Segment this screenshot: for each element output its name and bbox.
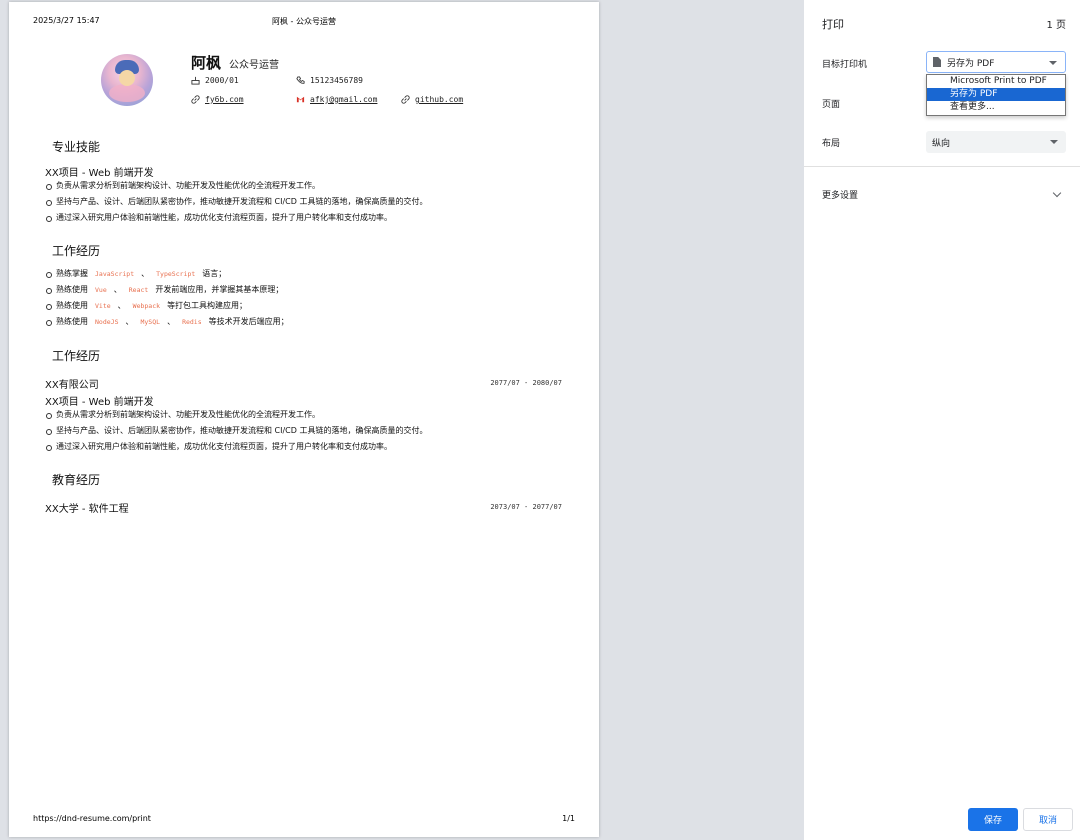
cake-icon <box>191 76 200 85</box>
destination-select[interactable]: 另存为 PDF <box>926 51 1066 73</box>
pages-label: 页面 <box>822 100 841 110</box>
github-contact: github.com <box>401 95 463 104</box>
list-item-text: 开发前端应用，并掌握其基本原理； <box>155 285 284 294</box>
resume-name-row: 阿枫 公众号运营 <box>191 52 279 73</box>
separator: 、 <box>141 269 150 278</box>
separator: 、 <box>117 301 126 310</box>
school-date: 2073/07 - 2077/07 <box>490 503 562 511</box>
github-link[interactable]: github.com <box>415 95 463 104</box>
email-contact: afkj@gmail.com <box>296 95 377 104</box>
avatar <box>101 54 153 106</box>
work1-bullets: 熟练掌握 JavaScript、 TypeScript 语言； 熟练使用 Vue、 Reac… <box>45 266 289 330</box>
list-item: 负责从需求分析到前端架构设计、功能开发及性能优化的全流程开发工作。 <box>45 178 427 194</box>
list-item-text: 熟练使用 <box>56 301 88 310</box>
birth-text: 2000/01 <box>205 76 239 85</box>
destination-label: 目标打印机 <box>822 60 868 70</box>
preview-page: 2025/3/27 15:47 阿枫 - 公众号运营 阿枫 公众号运营 2000… <box>9 2 599 837</box>
phone-text: 15123456789 <box>310 76 363 85</box>
list-item-text: 等打包工具构建应用； <box>167 301 248 310</box>
code-token: NodeJS <box>95 318 119 326</box>
resume-role: 公众号运营 <box>229 60 280 71</box>
document-icon <box>933 57 941 67</box>
panel-title: 打印 <box>822 18 844 31</box>
skills-project: XX项目 - Web 前端开发 <box>45 168 154 179</box>
layout-value: 纵向 <box>932 138 951 149</box>
code-token: Vue <box>95 286 107 294</box>
site-link[interactable]: fy6b.com <box>205 95 244 104</box>
email-link[interactable]: afkj@gmail.com <box>310 95 377 104</box>
site-contact: fy6b.com <box>191 95 244 104</box>
code-token: JavaScript <box>95 270 135 278</box>
list-item: 熟练使用 Vite 、 Webpack 等打包工具构建应用； <box>45 298 289 314</box>
code-token: Vite <box>95 302 111 310</box>
gmail-icon <box>296 96 305 103</box>
dropdown-option[interactable]: Microsoft Print to PDF <box>927 75 1065 88</box>
list-item-text: 语言； <box>202 269 227 278</box>
list-item: 坚持与产品、设计、后端团队紧密协作，推动敏捷开发流程和 CI/CD 工具链的落地… <box>45 194 427 210</box>
divider <box>804 166 1080 167</box>
list-item: 通过深入研究用户体验和前端性能，成功优化支付流程页面，提升了用户转化率和支付成功… <box>45 210 427 226</box>
print-settings-panel: 打印 1 页 目标打印机 另存为 PDF Microsoft Print to … <box>804 0 1080 840</box>
link-icon <box>191 95 200 104</box>
page-header-title: 阿枫 - 公众号运营 <box>272 17 336 26</box>
separator: 、 <box>113 285 122 294</box>
list-item-text: 熟练使用 <box>56 285 88 294</box>
phone-contact: 15123456789 <box>296 76 363 85</box>
school-name: XX大学 - 软件工程 <box>45 504 129 515</box>
page-footer-number: 1/1 <box>562 814 575 823</box>
list-item: 熟练使用 NodeJS 、 MySQL 、 Redis 等技术开发后端应用； <box>45 314 289 330</box>
list-item: 坚持与产品、设计、后端团队紧密协作，推动敏捷开发流程和 CI/CD 工具链的落地… <box>45 423 427 439</box>
list-item-text: 等技术开发后端应用； <box>208 317 289 326</box>
dropdown-arrow-icon <box>1049 61 1057 65</box>
destination-dropdown: Microsoft Print to PDF 另存为 PDF 查看更多... <box>926 74 1066 116</box>
education-title: 教育经历 <box>52 473 101 487</box>
dropdown-option[interactable]: 查看更多... <box>927 101 1065 114</box>
page-footer-url: https://dnd-resume.com/print <box>33 814 151 823</box>
list-item-text: 熟练使用 <box>56 317 88 326</box>
more-settings[interactable]: 更多设置 <box>822 188 858 201</box>
list-item: 熟练使用 Vue 、 React 开发前端应用，并掌握其基本原理； <box>45 282 289 298</box>
layout-select[interactable]: 纵向 <box>926 131 1066 153</box>
save-button[interactable]: 保存 <box>968 808 1018 831</box>
skills-bullets: 负责从需求分析到前端架构设计、功能开发及性能优化的全流程开发工作。 坚持与产品、… <box>45 178 427 226</box>
work-title-1: 工作经历 <box>52 244 101 258</box>
code-token: React <box>128 286 149 294</box>
print-preview-area: 2025/3/27 15:47 阿枫 - 公众号运营 阿枫 公众号运营 2000… <box>0 0 804 840</box>
link-icon <box>401 95 410 104</box>
birth-contact: 2000/01 <box>191 76 239 85</box>
work-title-2: 工作经历 <box>52 349 101 363</box>
page-count: 1 页 <box>1046 20 1066 31</box>
company-date: 2077/07 - 2080/07 <box>490 379 562 387</box>
skills-title: 专业技能 <box>52 140 101 154</box>
code-token: Redis <box>182 318 202 326</box>
dropdown-option[interactable]: 另存为 PDF <box>927 88 1065 101</box>
cancel-button[interactable]: 取消 <box>1023 808 1073 831</box>
destination-value: 另存为 PDF <box>947 58 995 69</box>
code-token: Webpack <box>132 302 161 310</box>
code-token: TypeScript <box>156 270 196 278</box>
list-item: 熟练掌握 JavaScript 、 TypeScript 语言； <box>45 266 289 282</box>
work2-bullets: 负责从需求分析到前端架构设计、功能开发及性能优化的全流程开发工作。 坚持与产品、… <box>45 407 427 455</box>
work2-project: XX项目 - Web 前端开发 <box>45 397 154 408</box>
list-item: 负责从需求分析到前端架构设计、功能开发及性能优化的全流程开发工作。 <box>45 407 427 423</box>
list-item-text: 熟练掌握 <box>56 269 88 278</box>
chevron-down-icon[interactable] <box>1052 188 1062 198</box>
layout-label: 布局 <box>822 139 841 149</box>
dropdown-arrow-icon <box>1050 140 1058 144</box>
separator: 、 <box>167 317 176 326</box>
phone-icon <box>296 76 305 84</box>
separator: 、 <box>125 317 134 326</box>
list-item: 通过深入研究用户体验和前端性能，成功优化支付流程页面，提升了用户转化率和支付成功… <box>45 439 427 455</box>
company-name: XX有限公司 <box>45 380 99 391</box>
resume-name: 阿枫 <box>191 54 222 72</box>
code-token: MySQL <box>140 318 161 326</box>
